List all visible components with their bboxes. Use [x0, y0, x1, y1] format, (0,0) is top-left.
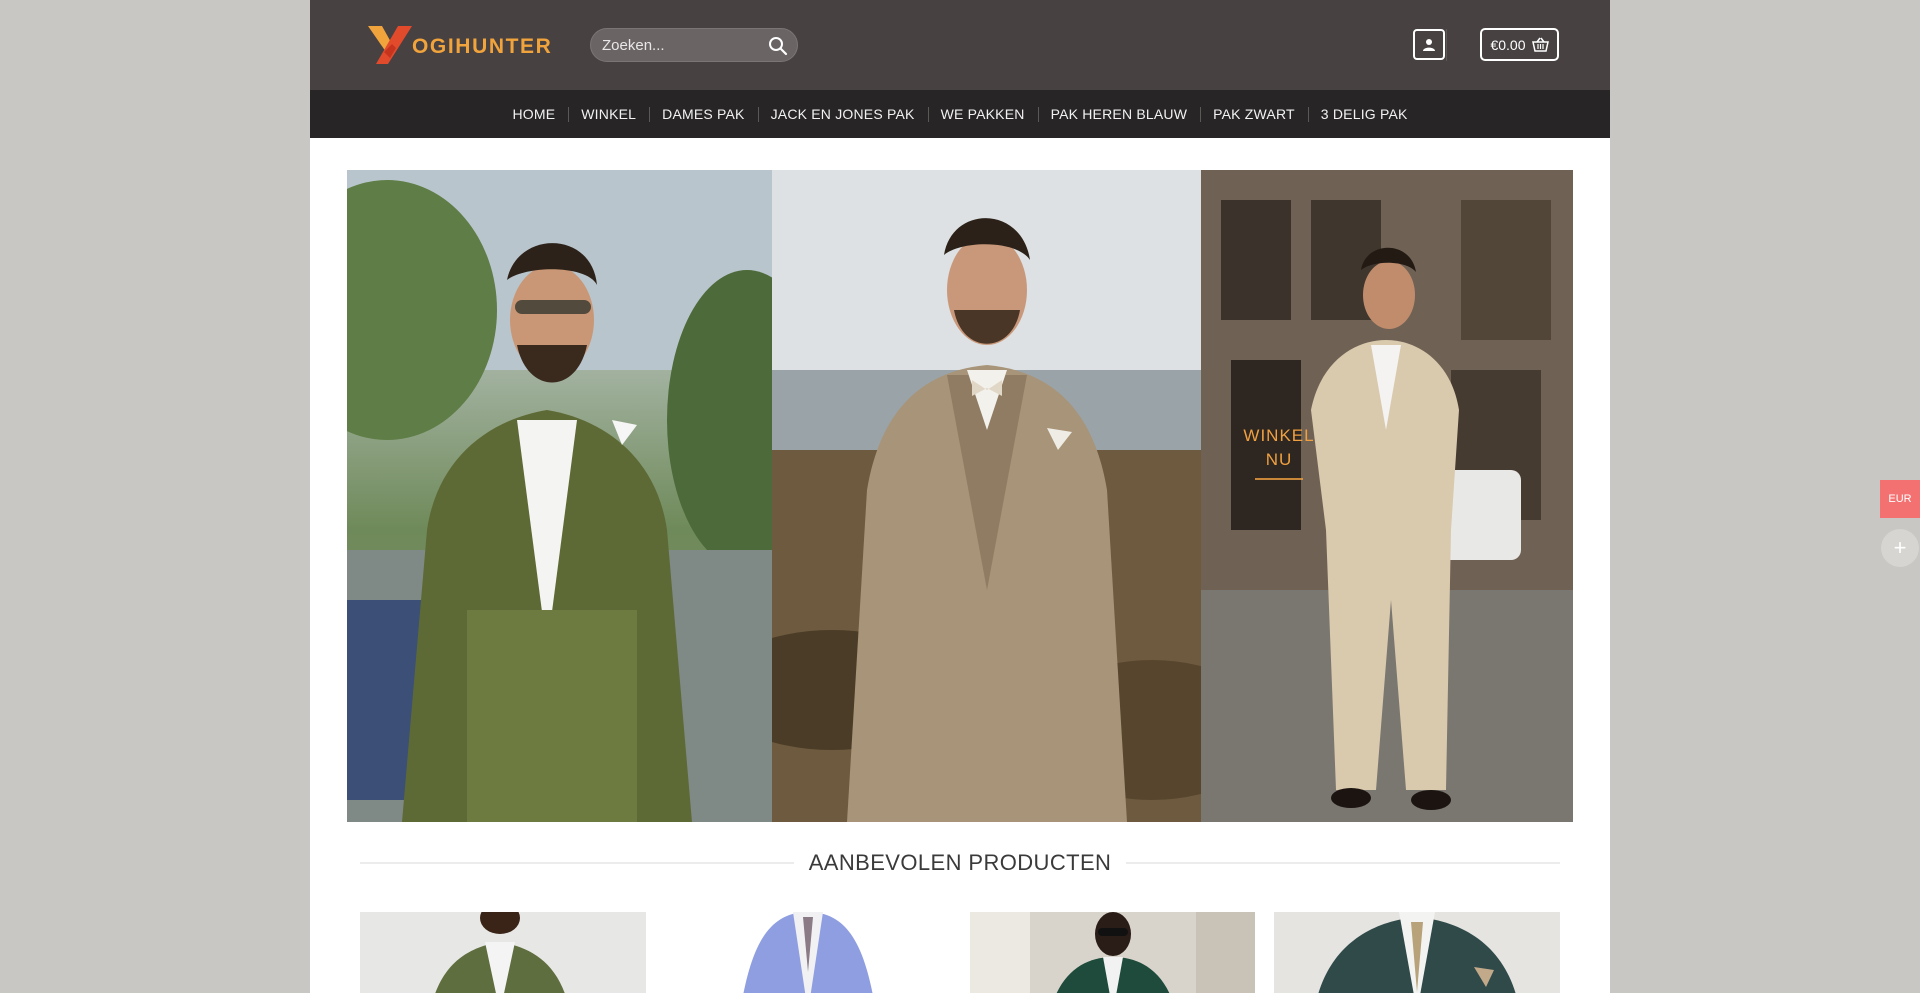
product-card[interactable]: [664, 912, 951, 993]
featured-products: [360, 912, 1560, 993]
header-divider: [1446, 29, 1447, 61]
nav-item-winkel[interactable]: WINKEL: [568, 106, 649, 122]
nav-item-jack-en-jones-pak[interactable]: JACK EN JONES PAK: [757, 106, 928, 122]
cta-underline: [1255, 478, 1303, 480]
featured-title: AANBEVOLEN PRODUCTEN: [808, 850, 1112, 875]
cta-line1: WINKEL: [1243, 426, 1315, 445]
search-input[interactable]: [591, 36, 759, 54]
nav-item-dames-pak[interactable]: DAMES PAK: [649, 106, 757, 122]
nav-item-we-pakken[interactable]: WE PAKKEN: [927, 106, 1038, 122]
cta-line2: NU: [1265, 450, 1293, 469]
nav-item-3-delig-pak[interactable]: 3 DELIG PAK: [1307, 106, 1421, 122]
logo-text: OGIHUNTER: [412, 35, 553, 58]
nav-item-pak-heren-blauw[interactable]: PAK HEREN BLAUW: [1037, 106, 1201, 122]
plus-icon[interactable]: +: [1881, 529, 1919, 567]
hero-image-green-suit: [347, 170, 772, 822]
site-header: OGIHUNTER €0.00: [310, 0, 1610, 90]
search-form: [590, 28, 798, 62]
site-logo[interactable]: OGIHUNTER: [366, 24, 552, 66]
basket-icon: [1531, 37, 1549, 52]
product-card[interactable]: [969, 912, 1256, 993]
search-icon[interactable]: [768, 36, 788, 56]
nav-item-pak-zwart[interactable]: PAK ZWART: [1200, 106, 1308, 122]
account-button[interactable]: [1413, 29, 1445, 60]
hero-shop-now-link[interactable]: WINKEL NU: [1241, 424, 1317, 480]
nav-item-home[interactable]: HOME: [499, 106, 568, 122]
section-divider-left: [360, 862, 794, 864]
featured-header: AANBEVOLEN PRODUCTEN: [360, 850, 1560, 876]
user-icon: [1423, 38, 1435, 51]
cart-button[interactable]: €0.00: [1480, 28, 1559, 61]
currency-switcher[interactable]: EUR: [1880, 480, 1920, 518]
hero-image-beige-three-piece: [772, 170, 1201, 822]
main-nav: HOME WINKEL DAMES PAK JACK EN JONES PAK …: [310, 90, 1610, 138]
section-divider-right: [1126, 862, 1560, 864]
hero-banner[interactable]: [347, 170, 1573, 822]
cart-total: €0.00: [1490, 36, 1526, 53]
product-card[interactable]: [360, 912, 646, 993]
hero-image-street-suit: [1201, 170, 1573, 822]
page: OGIHUNTER €0.00: [310, 0, 1610, 993]
logo-mark-icon: [368, 26, 412, 64]
product-card[interactable]: [1274, 912, 1560, 993]
